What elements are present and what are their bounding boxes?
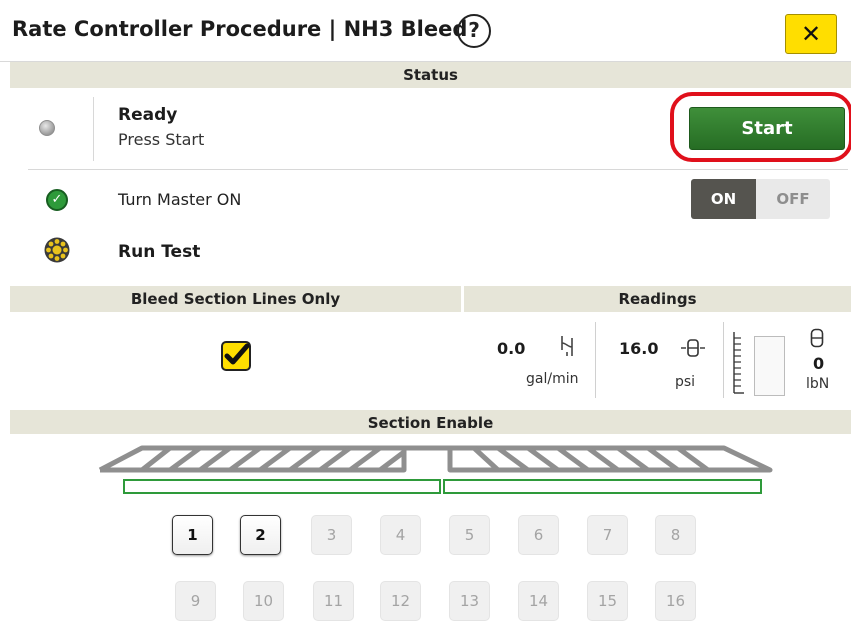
section-button-15[interactable]: 15 (587, 581, 628, 621)
section-button-8[interactable]: 8 (655, 515, 696, 555)
section-button-10[interactable]: 10 (243, 581, 284, 621)
section-button-1[interactable]: 1 (172, 515, 213, 555)
start-button[interactable]: Start (689, 107, 845, 150)
tank-level-bar (754, 336, 785, 396)
dialog-title: Rate Controller Procedure | NH3 Bleed (12, 17, 468, 41)
section-button-9[interactable]: 9 (175, 581, 216, 621)
divider (93, 97, 94, 161)
section-outline-left (123, 479, 441, 494)
run-test-label: Run Test (118, 242, 201, 262)
section-button-6[interactable]: 6 (518, 515, 559, 555)
checkmark-circle-icon: ✓ (46, 189, 68, 211)
master-toggle[interactable]: ON OFF (691, 179, 830, 219)
pressure-value: 16.0 (619, 339, 659, 358)
question-circle-icon[interactable]: ? (457, 14, 491, 48)
close-button[interactable]: ✕ (785, 14, 837, 54)
master-label: Turn Master ON (118, 190, 242, 209)
section-button-16[interactable]: 16 (655, 581, 696, 621)
section-enable-header: Section Enable (10, 410, 851, 436)
in-progress-icon (44, 237, 70, 263)
bleed-panel (10, 312, 461, 406)
bleed-section-header: Bleed Section Lines Only (10, 286, 461, 312)
section-button-3[interactable]: 3 (311, 515, 352, 555)
divider (28, 169, 848, 170)
divider (723, 322, 724, 398)
bleed-lines-checkbox[interactable] (221, 341, 251, 371)
status-section-header: Status (10, 62, 851, 88)
section-button-5[interactable]: 5 (449, 515, 490, 555)
readings-section-header: Readings (464, 286, 851, 312)
section-enable-panel: 1 2 3 4 5 6 7 8 9 10 11 12 13 14 15 16 (10, 434, 851, 637)
section-button-11[interactable]: 11 (313, 581, 354, 621)
status-state: Ready (118, 105, 178, 125)
tank-unit: lbN (806, 376, 830, 392)
flow-value: 0.0 (497, 339, 526, 358)
status-panel: Ready Press Start Start ✓ Turn Master ON… (10, 62, 851, 284)
dialog-header: Rate Controller Procedure | NH3 Bleed ? … (0, 0, 851, 62)
checkmark-icon (224, 343, 250, 365)
divider (595, 322, 596, 398)
section-button-13[interactable]: 13 (449, 581, 490, 621)
flow-unit: gal/min (526, 371, 579, 387)
status-indicator-icon (39, 120, 55, 136)
section-button-14[interactable]: 14 (518, 581, 559, 621)
flow-icon (561, 336, 573, 356)
tank-value: 0 (813, 354, 825, 373)
tank-icon (810, 328, 824, 348)
section-button-7[interactable]: 7 (587, 515, 628, 555)
boom-icon (98, 445, 773, 473)
master-off-button[interactable]: OFF (756, 179, 830, 219)
pressure-gauge-icon (681, 339, 705, 357)
section-button-4[interactable]: 4 (380, 515, 421, 555)
master-on-button[interactable]: ON (691, 179, 756, 219)
section-button-2[interactable]: 2 (240, 515, 281, 555)
section-button-12[interactable]: 12 (380, 581, 421, 621)
section-outline-right (443, 479, 762, 494)
status-message: Press Start (118, 130, 205, 149)
readings-panel: 0.0 gal/min 16.0 psi 0 lbN (464, 312, 851, 406)
pressure-unit: psi (675, 374, 696, 390)
